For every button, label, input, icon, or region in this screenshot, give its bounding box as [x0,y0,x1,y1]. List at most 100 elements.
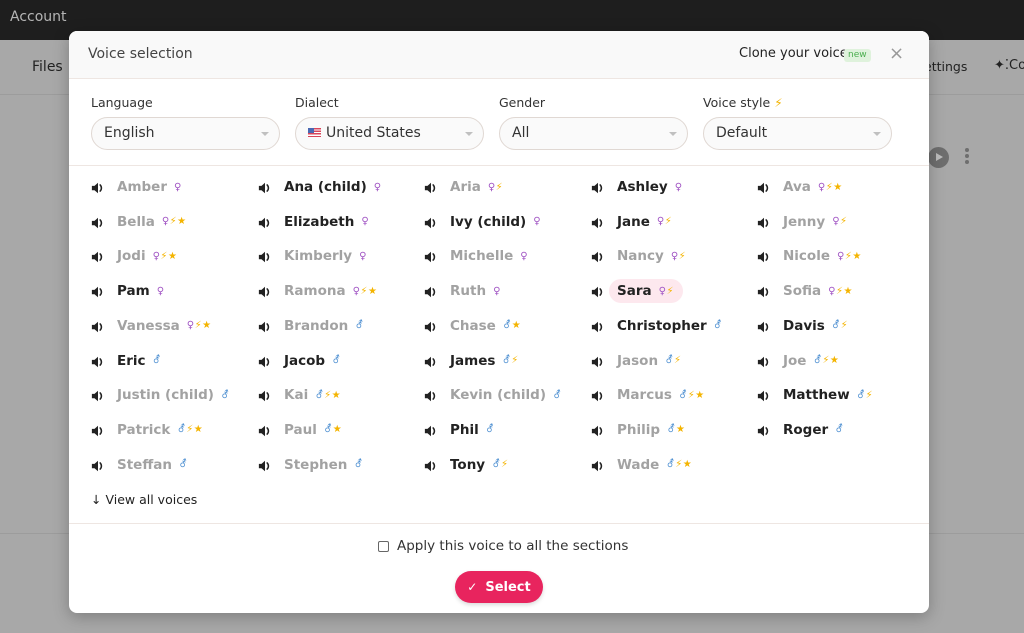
speaker-icon[interactable] [757,215,771,229]
speaker-icon[interactable] [91,354,105,368]
speaker-icon[interactable] [757,423,771,437]
speaker-icon[interactable] [424,249,438,263]
speaker-icon[interactable] [591,215,605,229]
speaker-icon[interactable] [424,354,438,368]
speaker-icon[interactable] [591,458,605,472]
voice-item[interactable]: Vanessa ♀⚡★ [91,313,212,339]
voice-item[interactable]: Paul ⚦★ [258,417,342,443]
speaker-icon[interactable] [91,319,105,333]
voice-item[interactable]: Ramona ♀⚡★ [258,278,377,304]
voice-item[interactable]: Amber ♀ [91,174,182,200]
speaker-icon[interactable] [258,215,272,229]
tab-files[interactable]: Files [32,59,63,75]
voice-item[interactable]: Kevin (child) ⚦ [424,382,562,408]
voice-item[interactable]: Justin (child) ⚦ [91,382,230,408]
speaker-icon[interactable] [424,319,438,333]
speaker-icon[interactable] [591,180,605,194]
speaker-icon[interactable] [757,354,771,368]
selected-pill[interactable]: Sara ♀⚡ [609,279,683,304]
speaker-icon[interactable] [424,284,438,298]
voice-item[interactable]: Stephen ⚦ [258,452,363,478]
gender-select[interactable]: All [499,117,688,150]
speaker-icon[interactable] [258,388,272,402]
voice-item[interactable]: James ⚦⚡ [424,348,519,374]
clone-voice-link[interactable]: Clone your voice [739,46,848,61]
speaker-icon[interactable] [91,458,105,472]
speaker-icon[interactable] [258,284,272,298]
apply-all-checkbox[interactable] [378,540,389,552]
voice-item[interactable]: Ana (child) ♀ [258,174,382,200]
voice-item[interactable]: Bella ♀⚡★ [91,209,187,235]
speaker-icon[interactable] [91,180,105,194]
tab-co[interactable]: ✦⁚Co [994,58,1024,73]
voice-item[interactable]: Eric ⚦ [91,348,161,374]
apply-all-checkbox-row[interactable]: Apply this voice to all the sections [378,538,628,554]
voice-item[interactable]: Patrick ⚦⚡★ [91,417,203,443]
voice-item[interactable]: Nancy ♀⚡ [591,243,686,269]
speaker-icon[interactable] [757,249,771,263]
speaker-icon[interactable] [258,180,272,194]
speaker-icon[interactable] [424,215,438,229]
voice-item[interactable]: Jodi ♀⚡★ [91,243,177,269]
voice-item[interactable]: Chase ⚦★ [424,313,521,339]
voice-item[interactable]: Sara ♀⚡ [591,278,683,304]
close-icon[interactable]: × [889,43,904,64]
voice-style-select[interactable]: Default [703,117,892,150]
voice-item[interactable]: Ruth ♀ [424,278,501,304]
play-icon[interactable] [928,147,949,168]
voice-item[interactable]: Nicole ♀⚡★ [757,243,862,269]
voice-item[interactable]: Jenny ♀⚡ [757,209,848,235]
speaker-icon[interactable] [91,423,105,437]
speaker-icon[interactable] [591,354,605,368]
speaker-icon[interactable] [91,388,105,402]
voice-item[interactable]: Aria ♀⚡ [424,174,503,200]
speaker-icon[interactable] [258,249,272,263]
voice-item[interactable]: Joe ⚦⚡★ [757,348,839,374]
speaker-icon[interactable] [757,388,771,402]
voice-item[interactable]: Davis ⚦⚡ [757,313,848,339]
voice-item[interactable]: Jane ♀⚡ [591,209,672,235]
speaker-icon[interactable] [258,319,272,333]
speaker-icon[interactable] [91,284,105,298]
voice-item[interactable]: Ivy (child) ♀ [424,209,541,235]
select-button[interactable]: ✓ Select [455,571,543,603]
voice-item[interactable]: Christopher ⚦ [591,313,723,339]
speaker-icon[interactable] [424,458,438,472]
voice-item[interactable]: Marcus ⚦⚡★ [591,382,705,408]
speaker-icon[interactable] [591,249,605,263]
voice-item[interactable]: Roger ⚦ [757,417,844,443]
voice-item[interactable]: Elizabeth ♀ [258,209,369,235]
voice-item[interactable]: Jacob ⚦ [258,348,341,374]
voice-item[interactable]: Pam ♀ [91,278,165,304]
voice-item[interactable]: Brandon ⚦ [258,313,364,339]
voice-item[interactable]: Steffan ⚦ [91,452,188,478]
account-link[interactable]: Account [10,9,67,25]
speaker-icon[interactable] [424,180,438,194]
speaker-icon[interactable] [591,388,605,402]
tab-settings[interactable]: ettings [924,59,967,74]
voice-item[interactable]: Ava ♀⚡★ [757,174,843,200]
voice-item[interactable]: Kimberly ♀ [258,243,367,269]
voice-item[interactable]: Wade ⚦⚡★ [591,452,692,478]
voice-item[interactable]: Philip ⚦★ [591,417,685,443]
speaker-icon[interactable] [424,423,438,437]
speaker-icon[interactable] [258,354,272,368]
language-select[interactable]: English [91,117,280,150]
speaker-icon[interactable] [91,249,105,263]
view-all-voices-link[interactable]: ↓ View all voices [91,492,197,507]
speaker-icon[interactable] [757,319,771,333]
voice-item[interactable]: Ashley ♀ [591,174,683,200]
speaker-icon[interactable] [757,284,771,298]
voice-item[interactable]: Tony ⚦⚡ [424,452,509,478]
speaker-icon[interactable] [258,423,272,437]
voice-item[interactable]: Kai ⚦⚡★ [258,382,341,408]
speaker-icon[interactable] [258,458,272,472]
voice-item[interactable]: Sofia ♀⚡★ [757,278,853,304]
voice-item[interactable]: Matthew ⚦⚡ [757,382,873,408]
speaker-icon[interactable] [591,284,605,298]
speaker-icon[interactable] [424,388,438,402]
voice-item[interactable]: Phil ⚦ [424,417,495,443]
more-options-icon[interactable] [962,146,972,168]
dialect-select[interactable]: United States [295,117,484,150]
speaker-icon[interactable] [591,423,605,437]
